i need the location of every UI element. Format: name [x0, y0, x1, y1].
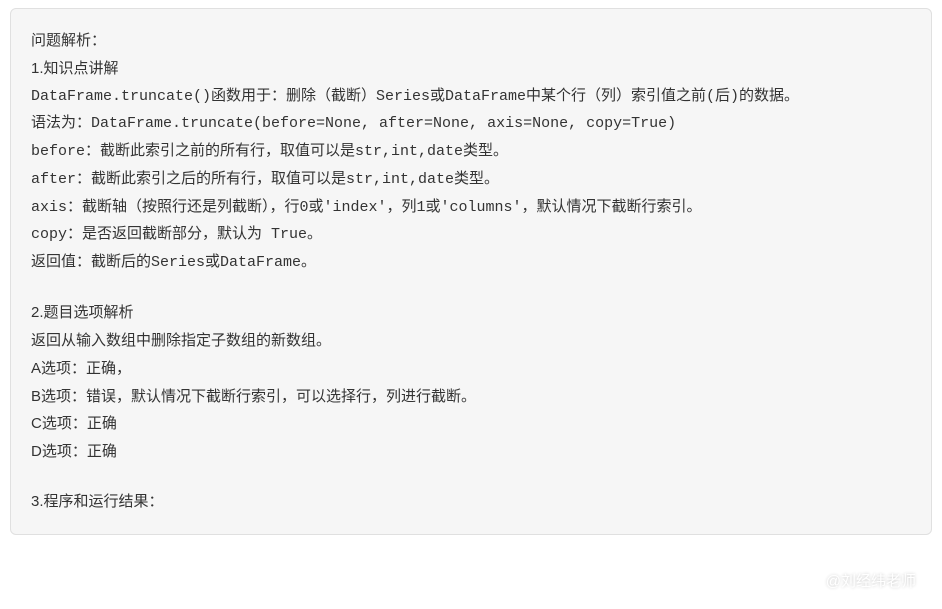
- blank-spacer-2: [31, 466, 911, 489]
- section3-heading: 3.程序和运行结果：: [31, 488, 911, 516]
- section1-line1: DataFrame.truncate()函数用于：删除（截断）Series或Da…: [31, 83, 911, 111]
- blank-spacer-1: [31, 277, 911, 300]
- section1-line4: after：截断此索引之后的所有行，取值可以是str,int,date类型。: [31, 166, 911, 194]
- section1-line3: before：截断此索引之前的所有行，取值可以是str,int,date类型。: [31, 138, 911, 166]
- zhihu-logo-icon: [802, 572, 820, 590]
- section2-intro: 返回从输入数组中删除指定子数组的新数组。: [31, 327, 911, 355]
- section1-line2: 语法为：DataFrame.truncate(before=None, afte…: [31, 110, 911, 138]
- option-a: A选项：正确，: [31, 355, 911, 383]
- option-c: C选项：正确: [31, 410, 911, 438]
- explanation-title: 问题解析：: [31, 27, 911, 55]
- section2-heading: 2.题目选项解析: [31, 299, 911, 327]
- option-b: B选项：错误，默认情况下截断行索引，可以选择行，列进行截断。: [31, 383, 911, 411]
- watermark-text: @刘经纬老师: [826, 570, 916, 591]
- section1-heading: 1.知识点讲解: [31, 55, 911, 83]
- option-d: D选项：正确: [31, 438, 911, 466]
- explanation-box: 问题解析： 1.知识点讲解 DataFrame.truncate()函数用于：删…: [10, 8, 932, 535]
- section1-line7: 返回值：截断后的Series或DataFrame。: [31, 249, 911, 277]
- section1-line5: axis：截断轴（按照行还是列截断），行0或'index'，列1或'column…: [31, 194, 911, 222]
- zhihu-watermark: @刘经纬老师: [802, 570, 916, 591]
- section1-line6: copy：是否返回截断部分，默认为 True。: [31, 221, 911, 249]
